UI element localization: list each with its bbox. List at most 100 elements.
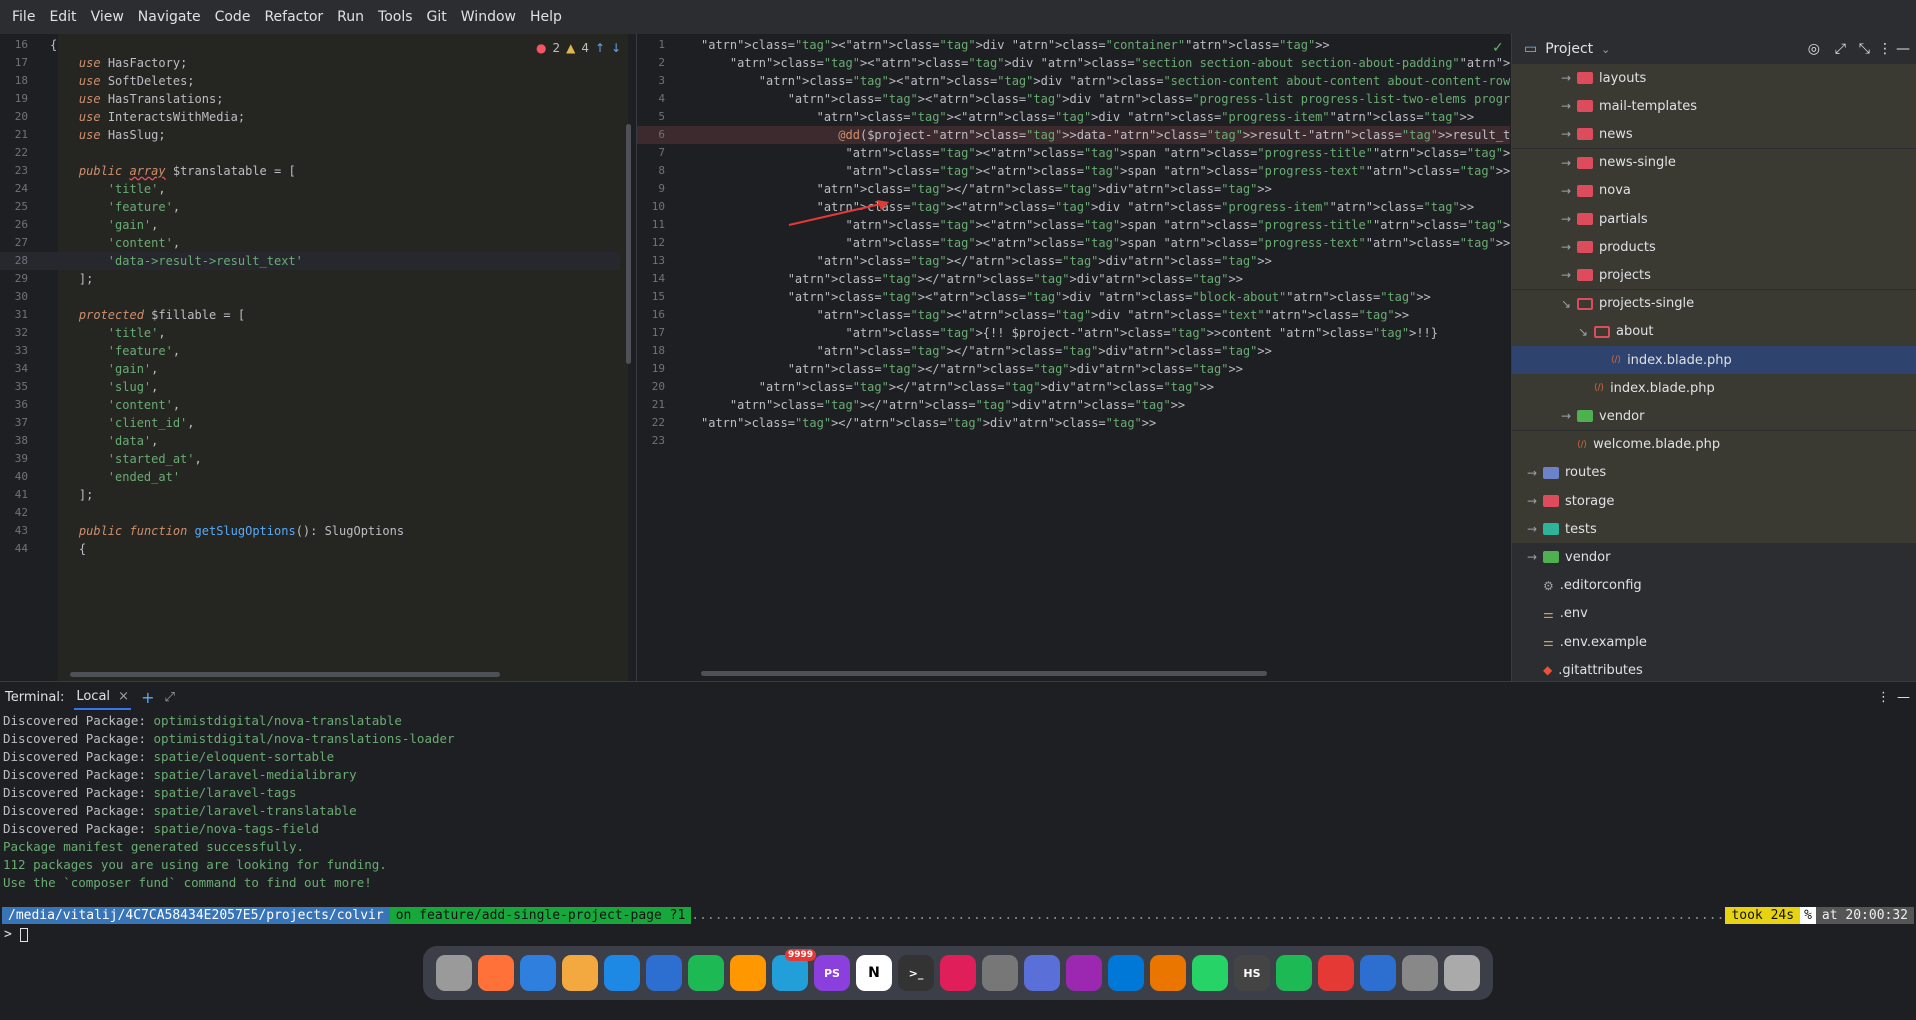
vertical-scrollbar[interactable]	[626, 124, 631, 364]
code-line[interactable]: 35 'slug',	[0, 378, 620, 396]
code-line[interactable]: 23	[637, 432, 1510, 450]
code-line[interactable]: 37 'client_id',	[0, 414, 620, 432]
code-text[interactable]: "atrn">class="tag"><"atrn">class="tag">d…	[701, 36, 1330, 54]
code-line[interactable]: 34 'gain',	[0, 360, 620, 378]
tree-item[interactable]: → nova	[1512, 176, 1916, 205]
code-text[interactable]: "atrn">class="tag"><"atrn">class="tag">d…	[701, 306, 1410, 324]
inspection-widget[interactable]: ● 2 ▲ 4 ↑ ↓	[536, 41, 621, 55]
code-text[interactable]: "atrn">class="tag"></"atrn">class="tag">…	[701, 270, 1243, 288]
code-line[interactable]: 16 "atrn">class="tag"><"atrn">class="tag…	[637, 306, 1510, 324]
code-text[interactable]: "atrn">class="tag"></"atrn">class="tag">…	[701, 414, 1156, 432]
code-line[interactable]: 44 {	[0, 540, 620, 558]
tree-item[interactable]: → tests	[1512, 515, 1916, 544]
code-line[interactable]: 31 protected $fillable = [	[0, 306, 620, 324]
menu-run[interactable]: Run	[330, 0, 371, 34]
code-line[interactable]: 27 'content',	[0, 234, 620, 252]
next-highlight-icon[interactable]: ↓	[611, 41, 621, 55]
code-line[interactable]: 4 "atrn">class="tag"><"atrn">class="tag"…	[637, 90, 1510, 108]
hide-icon[interactable]: —	[1897, 690, 1910, 705]
code-text[interactable]: 'started_at',	[50, 450, 202, 468]
chevron-right-icon[interactable]: →	[1525, 522, 1539, 536]
system-prefs-icon[interactable]	[1024, 955, 1060, 991]
code-line[interactable]: 8 "atrn">class="tag"><"atrn">class="tag"…	[637, 162, 1510, 180]
editor-left-php[interactable]: 16{17 use HasFactory; 18 use SoftDeletes;…	[0, 34, 636, 681]
code-line[interactable]: 36 'content',	[0, 396, 620, 414]
code-text[interactable]: "atrn">class="tag"><"atrn">class="tag">d…	[701, 108, 1475, 126]
drive-icon[interactable]	[1402, 955, 1438, 991]
chevron-right-icon[interactable]: →	[1559, 71, 1573, 85]
terminal-output[interactable]: Discovered Package: optimistdigital/nova…	[0, 712, 1916, 892]
terminal-tab-local[interactable]: Local ×	[74, 685, 132, 710]
chevron-down-icon[interactable]: ↘	[1559, 297, 1573, 311]
code-line[interactable]: 22	[0, 144, 620, 162]
code-line[interactable]: 33 'feature',	[0, 342, 620, 360]
thunderbird-icon[interactable]	[646, 955, 682, 991]
code-text[interactable]: 'gain',	[50, 360, 159, 378]
code-text[interactable]: ];	[50, 270, 93, 288]
code-line[interactable]: 20 use InteractsWithMedia;	[0, 108, 620, 126]
tree-item[interactable]: ◆ .gitattributes	[1512, 656, 1916, 681]
code-line[interactable]: 14 "atrn">class="tag"></"atrn">class="ta…	[637, 270, 1510, 288]
code-line[interactable]: 39 'started_at',	[0, 450, 620, 468]
slack-icon[interactable]	[940, 955, 976, 991]
code-line[interactable]: 26 'gain',	[0, 216, 620, 234]
code-text[interactable]: "atrn">class="tag"></"atrn">class="tag">…	[701, 396, 1185, 414]
spotify-green-icon[interactable]	[1276, 955, 1312, 991]
code-text[interactable]: 'content',	[50, 234, 180, 252]
editor-right-blade[interactable]: 1 "atrn">class="tag"><"atrn">class="tag">…	[637, 34, 1510, 681]
code-line[interactable]: 15 "atrn">class="tag"><"atrn">class="tag…	[637, 288, 1510, 306]
thunderbird-2-icon[interactable]	[1360, 955, 1396, 991]
code-line[interactable]: 19 "atrn">class="tag"></"atrn">class="ta…	[637, 360, 1510, 378]
datagrip-icon[interactable]	[1318, 955, 1354, 991]
code-text[interactable]: 'client_id',	[50, 414, 195, 432]
code-line[interactable]: 6 @dd($project-"atrn">class="tag">>data-…	[637, 126, 1510, 144]
tree-item[interactable]: → news	[1512, 120, 1916, 149]
code-text[interactable]: "atrn">class="tag"></"atrn">class="tag">…	[701, 252, 1272, 270]
code-text[interactable]: "atrn">class="tag"><"atrn">class="tag">s…	[701, 144, 1511, 162]
tree-item[interactable]: ↘ about	[1512, 317, 1916, 346]
code-text[interactable]: 'title',	[50, 180, 166, 198]
code-text[interactable]: "atrn">class="tag"></"atrn">class="tag">…	[701, 180, 1272, 198]
code-line[interactable]: 11 "atrn">class="tag"><"atrn">class="tag…	[637, 216, 1510, 234]
whatsapp-icon[interactable]	[1192, 955, 1228, 991]
tree-item[interactable]: ↘ projects-single	[1512, 289, 1916, 318]
tree-item[interactable]: ⟨/⟩ index.blade.php	[1512, 374, 1916, 403]
chevron-right-icon[interactable]: →	[1559, 156, 1573, 170]
code-line[interactable]: 29 ];	[0, 270, 620, 288]
code-line[interactable]: 30	[0, 288, 620, 306]
tree-item[interactable]: ⚌ .env.example	[1512, 628, 1916, 656]
menu-window[interactable]: Window	[454, 0, 523, 34]
menu-code[interactable]: Code	[208, 0, 258, 34]
code-line[interactable]: 20 "atrn">class="tag"></"atrn">class="ta…	[637, 378, 1510, 396]
code-text[interactable]: "atrn">class="tag">{!! $project-"atrn">c…	[701, 324, 1439, 342]
code-text[interactable]: use SoftDeletes;	[50, 72, 195, 90]
code-text[interactable]: use HasFactory;	[50, 54, 187, 72]
code-text[interactable]: {	[50, 540, 86, 558]
code-text[interactable]: 'feature',	[50, 342, 180, 360]
code-line[interactable]: 10 "atrn">class="tag"><"atrn">class="tag…	[637, 198, 1510, 216]
code-line[interactable]: 17 "atrn">class="tag">{!! $project-"atrn…	[637, 324, 1510, 342]
code-text[interactable]: "atrn">class="tag"><"atrn">class="tag">d…	[701, 90, 1510, 108]
chevron-right-icon[interactable]: →	[1559, 99, 1573, 113]
terminal-icon[interactable]: >_	[898, 955, 934, 991]
code-text[interactable]: public function getSlugOptions(): SlugOp…	[50, 522, 404, 540]
tree-item[interactable]: → vendor	[1512, 543, 1916, 571]
chevron-right-icon[interactable]: →	[1559, 127, 1573, 141]
code-text[interactable]: 'gain',	[50, 216, 159, 234]
code-line[interactable]: 43 public function getSlugOptions(): Slu…	[0, 522, 620, 540]
chevron-right-icon[interactable]: →	[1559, 212, 1573, 226]
code-text[interactable]: 'content',	[50, 396, 180, 414]
tree-item[interactable]: → layouts	[1512, 64, 1916, 92]
project-title[interactable]: Project	[1545, 41, 1593, 57]
expand-icon[interactable]: ⤢	[1835, 41, 1846, 57]
blender-icon[interactable]	[1150, 955, 1186, 991]
code-line[interactable]: 21 "atrn">class="tag"></"atrn">class="ta…	[637, 396, 1510, 414]
tree-item[interactable]: → news-single	[1512, 148, 1916, 177]
close-icon[interactable]: ×	[118, 689, 129, 704]
tree-item[interactable]: → projects	[1512, 261, 1916, 290]
chevron-right-icon[interactable]: →	[1559, 240, 1573, 254]
menu-view[interactable]: View	[84, 0, 131, 34]
chevron-down-icon[interactable]: ⌄	[1601, 43, 1610, 56]
menu-help[interactable]: Help	[523, 0, 569, 34]
tree-item[interactable]: ⟨/⟩ index.blade.php	[1512, 346, 1916, 374]
